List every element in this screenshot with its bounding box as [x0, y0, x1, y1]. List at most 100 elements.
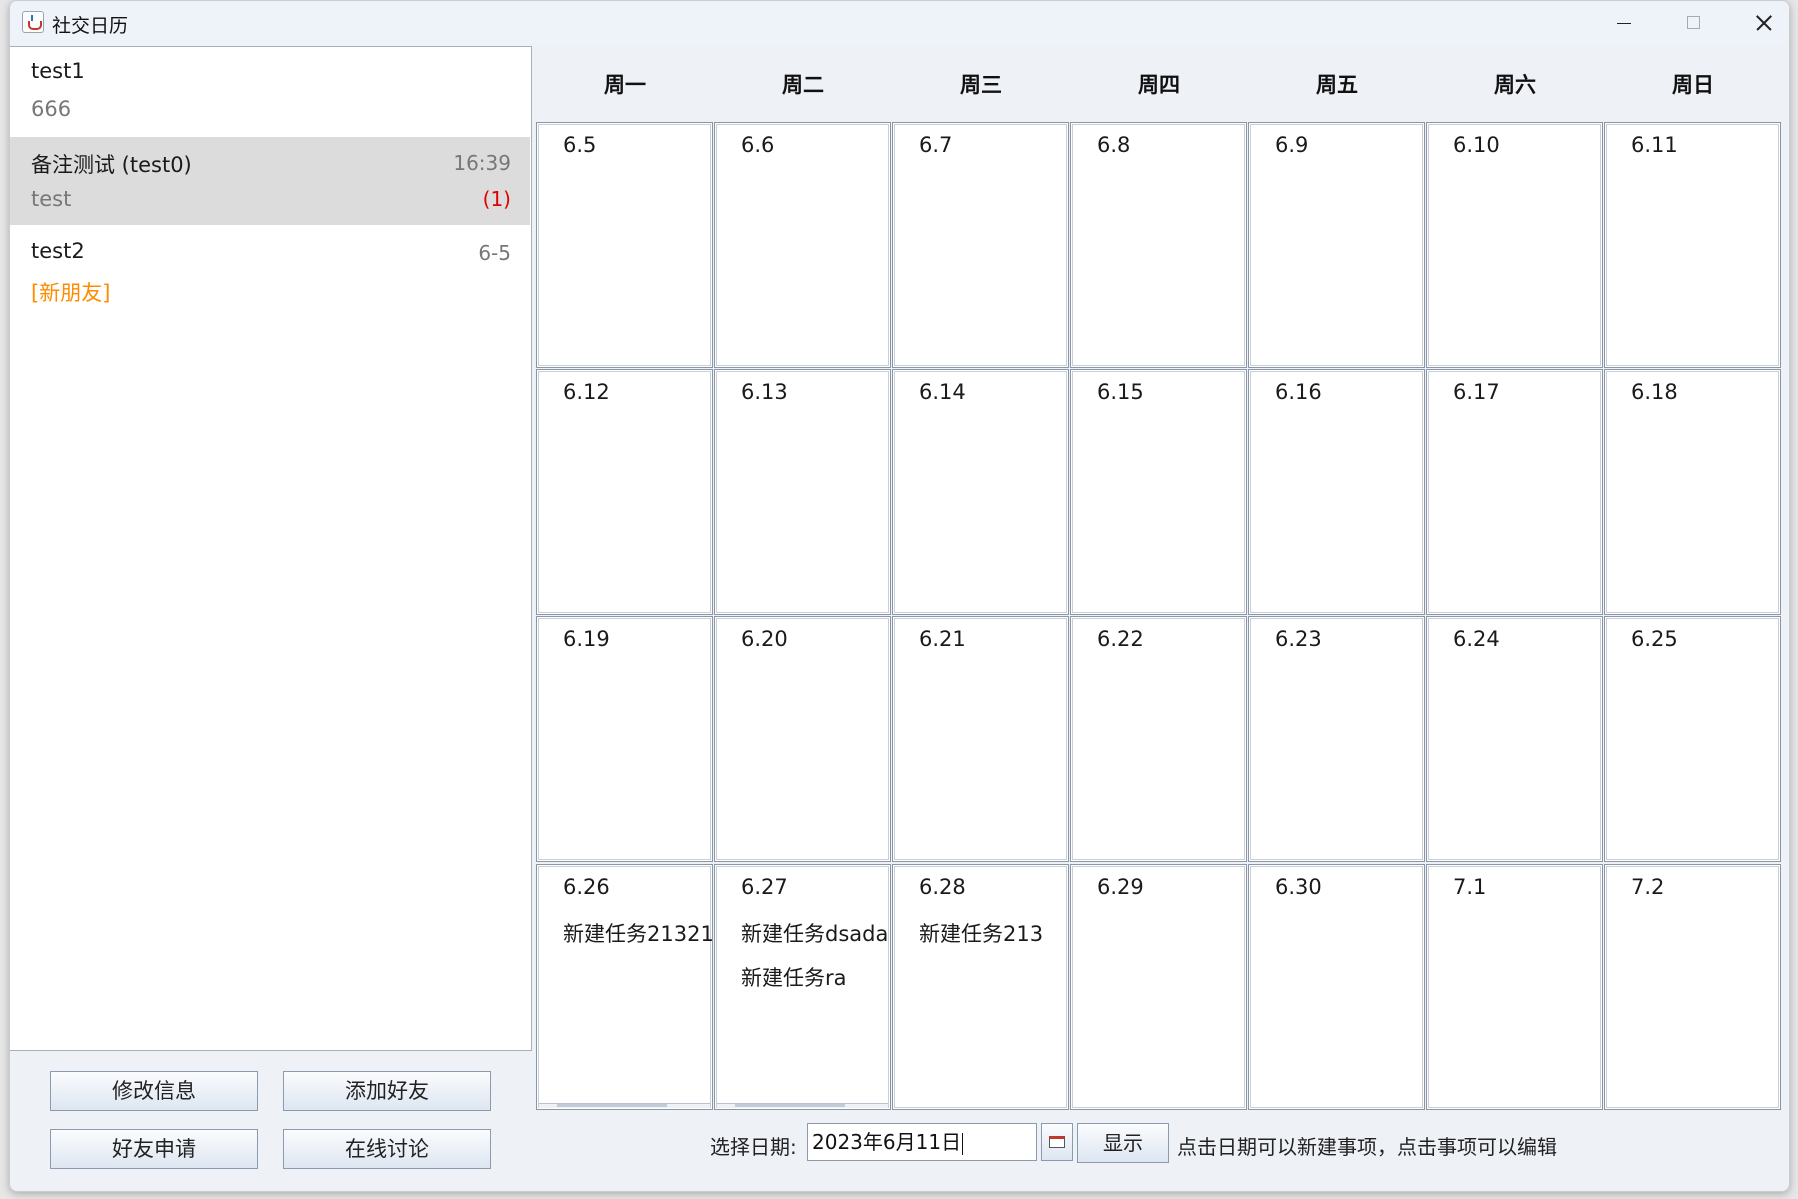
day-date-label: 6.24 [1453, 627, 1500, 651]
hint-text: 点击日期可以新建事项，点击事项可以编辑 [1177, 1135, 1557, 1159]
calendar-day-cell[interactable]: 6.30 [1248, 864, 1425, 1110]
title-bar: 社交日历 [10, 1, 1789, 45]
day-date-label: 7.2 [1631, 875, 1665, 899]
contact-item-test1[interactable]: test1 666 [10, 47, 530, 135]
day-date-label: 6.28 [919, 875, 966, 899]
day-date-label: 6.15 [1097, 380, 1144, 404]
calendar-icon [1049, 1136, 1065, 1148]
calendar-day-cell[interactable]: 6.24 [1426, 616, 1603, 862]
calendar-day-cell[interactable]: 6.27 新建任务dsada 新建任务ra [714, 864, 891, 1110]
day-date-label: 6.6 [741, 133, 775, 157]
day-date-label: 6.22 [1097, 627, 1144, 651]
calendar-day-cell[interactable]: 6.15 [1070, 369, 1247, 615]
calendar-day-cell[interactable]: 6.26 新建任务21321 [536, 864, 714, 1110]
edit-info-button[interactable]: 修改信息 [50, 1071, 258, 1111]
calendar-day-cell[interactable]: 6.19 [536, 616, 713, 862]
calendar-day-cell[interactable]: 6.12 [536, 369, 713, 615]
day-date-label: 6.17 [1453, 380, 1500, 404]
day-date-label: 6.20 [741, 627, 788, 651]
calendar-day-cell[interactable]: 6.5 [536, 122, 713, 368]
date-label: 选择日期: [710, 1135, 797, 1159]
weekday-header-cell: 周二 [782, 73, 824, 97]
calendar-day-cell[interactable]: 6.21 [892, 616, 1069, 862]
calendar-day-cell[interactable]: 6.6 [714, 122, 891, 368]
date-input[interactable]: 2023年6月11日 [807, 1123, 1037, 1161]
calendar-day-cell[interactable]: 6.17 [1426, 369, 1603, 615]
day-date-label: 6.25 [1631, 627, 1678, 651]
window-title: 社交日历 [52, 15, 129, 37]
weekday-header-cell: 周四 [1138, 73, 1180, 97]
contact-item-test2[interactable]: test2 6-5 [新朋友] [10, 227, 530, 315]
calendar-day-cell[interactable]: 6.11 [1604, 122, 1781, 368]
calendar-day-cell[interactable]: 6.7 [892, 122, 1069, 368]
weekday-header-cell: 周一 [604, 73, 646, 97]
cell-horizontal-scrollbar[interactable] [717, 1103, 888, 1108]
contact-list: test1 666 备注测试 (test0) 16:39 test (1) te… [10, 46, 532, 1051]
contact-name: test1 [31, 59, 85, 83]
java-app-icon [22, 11, 44, 33]
day-date-label: 6.8 [1097, 133, 1131, 157]
day-date-label: 6.21 [919, 627, 966, 651]
online-discussion-button[interactable]: 在线讨论 [283, 1129, 491, 1169]
contact-last-message: 666 [31, 97, 72, 121]
calendar-day-cell[interactable]: 7.1 [1426, 864, 1603, 1110]
calendar-day-cell[interactable]: 6.28 新建任务213 [892, 864, 1069, 1110]
weekday-header-cell: 周五 [1316, 73, 1358, 97]
calendar-day-cell[interactable]: 6.13 [714, 369, 891, 615]
add-friend-button[interactable]: 添加好友 [283, 1071, 491, 1111]
day-date-label: 6.11 [1631, 133, 1678, 157]
task-item[interactable]: 新建任务21321 [563, 918, 714, 948]
day-date-label: 6.26 [563, 875, 610, 899]
calendar-day-cell[interactable]: 6.22 [1070, 616, 1247, 862]
day-date-label: 6.23 [1275, 627, 1322, 651]
calendar-day-cell[interactable]: 6.20 [714, 616, 891, 862]
task-item[interactable]: 新建任务dsada [741, 918, 888, 948]
calendar-day-cell[interactable]: 6.23 [1248, 616, 1425, 862]
contact-name: test2 [31, 239, 85, 263]
day-date-label: 6.14 [919, 380, 966, 404]
scrollbar-thumb[interactable] [557, 1104, 667, 1107]
weekday-header-cell: 周三 [960, 73, 1002, 97]
day-date-label: 6.10 [1453, 133, 1500, 157]
weekday-header-cell: 周六 [1494, 73, 1536, 97]
show-button[interactable]: 显示 [1077, 1123, 1169, 1163]
calendar-day-cell[interactable]: 6.10 [1426, 122, 1603, 368]
calendar-day-cell[interactable]: 6.25 [1604, 616, 1781, 862]
task-item[interactable]: 新建任务ra [741, 962, 847, 992]
task-item[interactable]: 新建任务213 [919, 918, 1043, 948]
day-date-label: 6.16 [1275, 380, 1322, 404]
cell-horizontal-scrollbar[interactable] [539, 1103, 710, 1108]
day-date-label: 6.27 [741, 875, 788, 899]
contact-time: 16:39 [453, 151, 511, 175]
maximize-icon[interactable] [1658, 1, 1728, 45]
calendar-day-cell[interactable]: 6.8 [1070, 122, 1247, 368]
day-date-label: 6.18 [1631, 380, 1678, 404]
contact-last-message: [新朋友] [31, 281, 111, 305]
day-date-label: 6.9 [1275, 133, 1309, 157]
day-date-label: 6.29 [1097, 875, 1144, 899]
contact-time: 6-5 [478, 241, 511, 265]
weekday-header-cell: 周日 [1672, 73, 1714, 97]
calendar-day-cell[interactable]: 6.16 [1248, 369, 1425, 615]
day-date-label: 6.5 [563, 133, 597, 157]
contact-item-test0[interactable]: 备注测试 (test0) 16:39 test (1) [10, 137, 530, 225]
day-date-label: 6.13 [741, 380, 788, 404]
contact-last-message: test [31, 187, 72, 211]
day-date-label: 6.30 [1275, 875, 1322, 899]
app-window: 社交日历 test1 666 备注测试 (test0) 16:39 test (… [9, 0, 1790, 1192]
calendar-day-cell[interactable]: 6.18 [1604, 369, 1781, 615]
scrollbar-thumb[interactable] [735, 1104, 845, 1107]
day-date-label: 6.12 [563, 380, 610, 404]
friend-requests-button[interactable]: 好友申请 [50, 1129, 258, 1169]
day-date-label: 6.19 [563, 627, 610, 651]
contact-name: 备注测试 (test0) [31, 153, 192, 177]
calendar-day-cell[interactable]: 7.2 [1604, 864, 1781, 1110]
close-icon[interactable] [1728, 1, 1789, 45]
calendar-picker-button[interactable] [1041, 1123, 1073, 1161]
calendar-day-cell[interactable]: 6.29 [1070, 864, 1247, 1110]
day-date-label: 7.1 [1453, 875, 1487, 899]
calendar-day-cell[interactable]: 6.14 [892, 369, 1069, 615]
minimize-icon[interactable] [1588, 1, 1658, 45]
calendar-day-cell[interactable]: 6.9 [1248, 122, 1425, 368]
unread-count-badge: (1) [482, 187, 511, 211]
